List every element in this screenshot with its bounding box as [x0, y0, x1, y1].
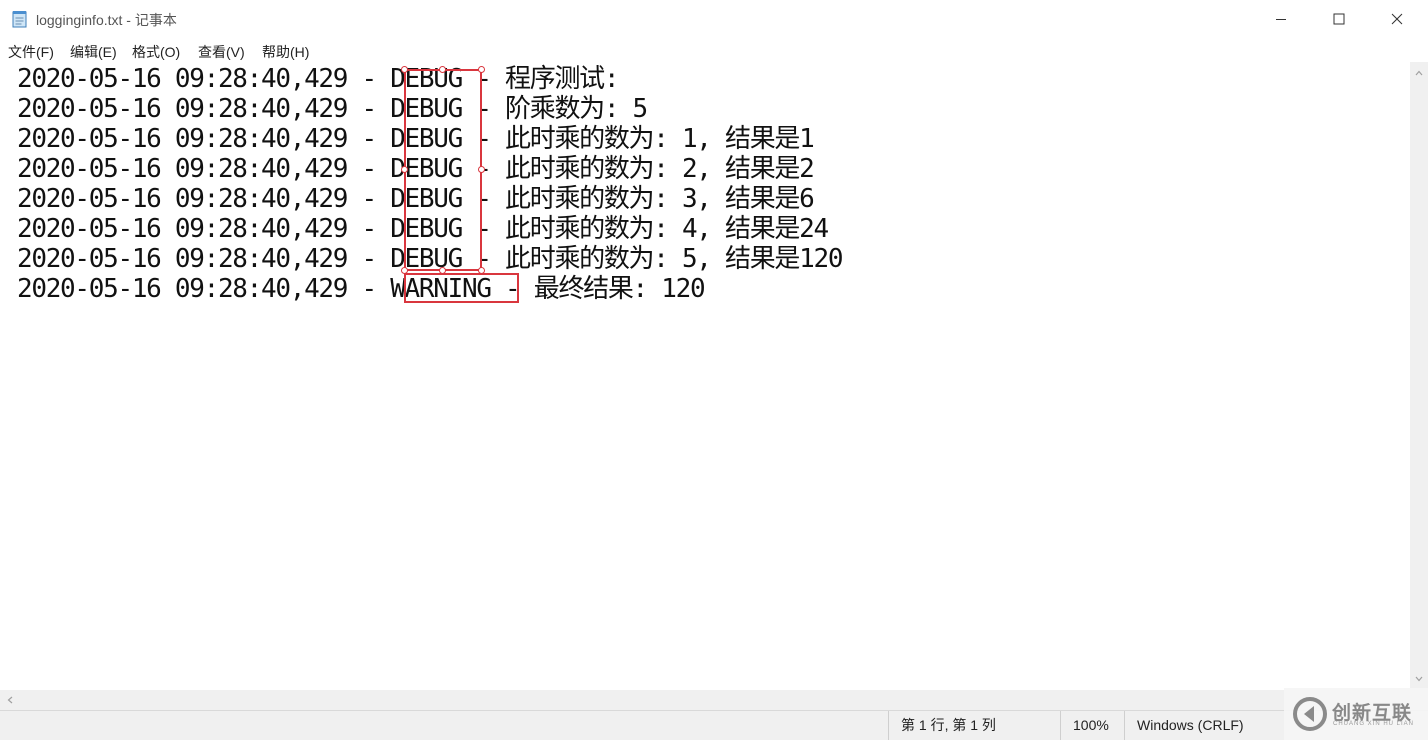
- close-icon: [1391, 13, 1403, 25]
- menu-edit[interactable]: 编辑(E): [70, 42, 117, 62]
- log-message: 此时乘的数为: 2, 结果是2: [505, 154, 815, 184]
- menu-help[interactable]: 帮助(H): [262, 42, 309, 62]
- status-cursor-position: 第 1 行, 第 1 列: [888, 711, 1060, 740]
- log-timestamp: 2020-05-16 09:28:40,429: [17, 124, 348, 154]
- title-bar: logginginfo.txt - 记事本: [0, 0, 1428, 38]
- log-message: 程序测试:: [505, 64, 619, 94]
- maximize-button[interactable]: [1310, 0, 1368, 38]
- horizontal-scrollbar[interactable]: [0, 690, 1410, 710]
- scroll-left-icon[interactable]: [7, 696, 13, 704]
- log-timestamp: 2020-05-16 09:28:40,429: [17, 94, 348, 124]
- log-separator: -: [347, 154, 391, 184]
- close-button[interactable]: [1368, 0, 1426, 38]
- log-separator: -: [347, 124, 391, 154]
- log-separator: -: [347, 94, 391, 124]
- log-line: 2020-05-16 09:28:40,429 - DEBUG - 程序测试:: [17, 64, 620, 94]
- minimize-icon: [1276, 19, 1286, 20]
- log-separator: -: [347, 64, 391, 94]
- log-timestamp: 2020-05-16 09:28:40,429: [17, 64, 348, 94]
- window-title: logginginfo.txt - 记事本: [36, 12, 177, 28]
- log-message: 此时乘的数为: 1, 结果是1: [505, 124, 815, 154]
- watermark-subtitle: CHUANG XIN HU LIAN: [1333, 721, 1415, 727]
- log-message: 此时乘的数为: 5, 结果是120: [505, 244, 843, 274]
- notepad-icon: [12, 11, 27, 28]
- resize-handle[interactable]: [478, 166, 485, 173]
- log-line: 2020-05-16 09:28:40,429 - WARNING - 最终结果…: [17, 274, 706, 304]
- maximize-icon: [1333, 13, 1345, 25]
- watermark-logo: 创新互联 CHUANG XIN HU LIAN: [1284, 688, 1428, 740]
- debug-highlight-box[interactable]: [404, 69, 482, 271]
- warning-highlight-box[interactable]: [404, 273, 519, 303]
- log-timestamp: 2020-05-16 09:28:40,429: [17, 244, 348, 274]
- log-message: 此时乘的数为: 3, 结果是6: [505, 184, 815, 214]
- brand-logo-icon: [1293, 697, 1327, 731]
- log-timestamp: 2020-05-16 09:28:40,429: [17, 214, 348, 244]
- log-separator: -: [347, 244, 391, 274]
- log-message: 阶乘数为: 5: [505, 94, 648, 124]
- status-zoom: 100%: [1060, 711, 1124, 740]
- log-timestamp: 2020-05-16 09:28:40,429: [17, 274, 348, 304]
- status-bar: 第 1 行, 第 1 列 100% Windows (CRLF): [0, 710, 1428, 740]
- resize-handle[interactable]: [478, 66, 485, 73]
- resize-handle[interactable]: [401, 66, 408, 73]
- log-timestamp: 2020-05-16 09:28:40,429: [17, 184, 348, 214]
- resize-handle[interactable]: [439, 66, 446, 73]
- log-message: 此时乘的数为: 4, 结果是24: [505, 214, 829, 244]
- minimize-button[interactable]: [1252, 0, 1310, 38]
- scroll-up-icon[interactable]: [1415, 70, 1423, 76]
- log-separator: -: [347, 274, 391, 304]
- menu-file[interactable]: 文件(F): [8, 42, 54, 62]
- status-line-ending: Windows (CRLF): [1124, 711, 1284, 740]
- menu-format[interactable]: 格式(O): [132, 42, 180, 62]
- scroll-down-icon[interactable]: [1415, 676, 1423, 682]
- log-separator: -: [347, 214, 391, 244]
- text-editor[interactable]: 2020-05-16 09:28:40,429 - DEBUG - 程序测试: …: [0, 62, 1410, 690]
- menu-view[interactable]: 查看(V): [198, 42, 245, 62]
- resize-handle[interactable]: [401, 166, 408, 173]
- log-timestamp: 2020-05-16 09:28:40,429: [17, 154, 348, 184]
- log-line: 2020-05-16 09:28:40,429 - DEBUG - 阶乘数为: …: [17, 94, 648, 124]
- menu-bar: 文件(F) 编辑(E) 格式(O) 查看(V) 帮助(H): [0, 38, 1428, 62]
- vertical-scrollbar[interactable]: [1410, 62, 1428, 690]
- log-separator: -: [347, 184, 391, 214]
- log-message: 最终结果: 120: [533, 274, 706, 304]
